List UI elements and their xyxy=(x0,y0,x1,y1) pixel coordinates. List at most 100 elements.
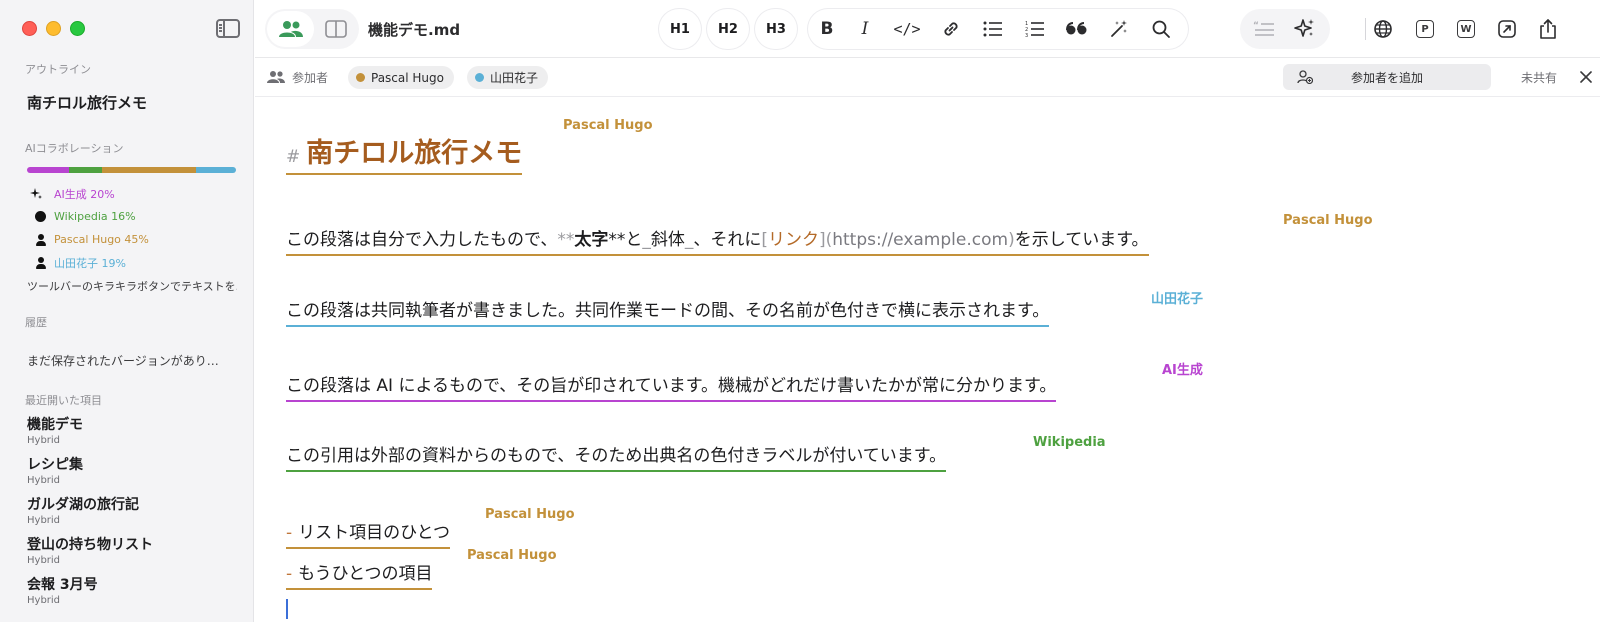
open-external-button[interactable] xyxy=(1487,9,1527,49)
author-label: Wikipedia xyxy=(1033,435,1106,450)
magic-wand-icon xyxy=(1111,20,1127,37)
link-url[interactable]: https://example.com xyxy=(832,230,1008,250)
legend-label: AI生成 20% xyxy=(54,187,115,201)
bullet-list-button[interactable] xyxy=(972,9,1014,49)
add-person-icon xyxy=(1297,70,1313,84)
person-icon xyxy=(35,256,47,269)
legend-label: 山田花子 19% xyxy=(54,256,126,270)
paragraph-2[interactable]: この段落は共同執筆者が書きました。共同作業モードの間、その名前が色付きで横に表示… xyxy=(286,296,1050,327)
recent-item[interactable]: ガルダ湖の旅行記 Hybrid xyxy=(27,496,153,536)
ai-collab-legend: AI生成 20% Wikipedia 16% Pascal Hugo 45% 山… xyxy=(30,182,149,274)
quote-icon xyxy=(1066,22,1087,35)
list-item[interactable]: - もうひとつの項目 xyxy=(286,559,433,590)
legend-item-wikipedia: Wikipedia 16% xyxy=(30,205,149,228)
w-icon: W xyxy=(1457,20,1475,38)
paragraph-3[interactable]: この段落は AI によるもので、その旨が印されています。機械がどれだけ書いたかが… xyxy=(286,371,1057,402)
recent-list: 機能デモ Hybrid レシピ集 Hybrid ガルダ湖の旅行記 Hybrid … xyxy=(27,416,153,616)
list-marker: - xyxy=(286,523,293,543)
markdown-marker: ) xyxy=(1008,230,1015,250)
code-button[interactable]: </> xyxy=(884,9,930,49)
close-window-button[interactable] xyxy=(22,21,37,36)
recent-item-mode: Hybrid xyxy=(27,435,61,446)
bold-button[interactable]: B xyxy=(808,9,846,49)
recent-item[interactable]: 機能デモ Hybrid xyxy=(27,416,153,456)
export-w-button[interactable]: W xyxy=(1446,9,1486,49)
web-button[interactable] xyxy=(1363,9,1403,49)
add-participant-button[interactable]: 参加者を追加 xyxy=(1283,64,1491,90)
author-label: Pascal Hugo xyxy=(485,507,575,522)
ai-bar-segment xyxy=(68,167,103,173)
legend-label: Wikipedia 16% xyxy=(54,210,136,223)
minimize-window-button[interactable] xyxy=(46,21,61,36)
text-caret xyxy=(286,599,288,619)
heading-line[interactable]: # 南チロル旅行メモ xyxy=(286,131,523,175)
participants-bar: 参加者 Pascal Hugo 山田花子 参加者を追加 未共有 xyxy=(255,58,1600,97)
recent-item-name: レシピ集 xyxy=(27,457,83,473)
split-view-icon xyxy=(324,20,347,38)
heading1-button[interactable]: H1 xyxy=(659,9,701,49)
recent-item[interactable]: 登山の持ち物リスト Hybrid xyxy=(27,536,153,576)
ai-sparkle-button[interactable] xyxy=(1285,9,1325,49)
person-icon xyxy=(35,233,47,246)
quote-lines-icon: “ xyxy=(1253,21,1274,36)
author-label: Pascal Hugo xyxy=(1283,213,1373,228)
sidebar-toggle-icon[interactable] xyxy=(216,19,240,38)
bullet-list-icon xyxy=(983,21,1002,37)
recent-item[interactable]: 会報 3月号 Hybrid xyxy=(27,576,153,616)
author-label: Pascal Hugo xyxy=(467,548,557,563)
history-empty-text: まだ保存されたバージョンがあり… xyxy=(27,354,219,368)
numbered-list-button[interactable]: 123 xyxy=(1014,9,1056,49)
search-button[interactable] xyxy=(1140,9,1182,49)
heading3-button[interactable]: H3 xyxy=(755,9,797,49)
list-item[interactable]: - リスト項目のひとつ xyxy=(286,518,450,549)
ai-bar-segment xyxy=(102,167,197,173)
ai-quote-button[interactable]: “ xyxy=(1243,9,1285,49)
export-p-button[interactable]: P xyxy=(1405,9,1445,49)
heading-text: 南チロル旅行メモ xyxy=(306,138,523,169)
italic-button[interactable]: I xyxy=(846,9,884,49)
participants-label: 参加者 xyxy=(292,71,329,85)
list-marker: - xyxy=(286,564,293,584)
recent-item[interactable]: レシピ集 Hybrid xyxy=(27,456,153,496)
italic-text: 斜体 xyxy=(650,230,685,250)
author-label: Pascal Hugo xyxy=(563,118,653,133)
people-icon xyxy=(267,71,285,83)
share-button[interactable] xyxy=(1528,9,1568,49)
link-icon xyxy=(944,22,958,36)
view-mode-group xyxy=(265,9,359,49)
link-button[interactable] xyxy=(930,9,972,49)
ai-bar-segment xyxy=(27,167,69,173)
link-text[interactable]: リンク xyxy=(768,230,819,250)
text-run: 、それに xyxy=(693,230,762,250)
heading-marker: # xyxy=(286,147,301,167)
sparkle-icon xyxy=(30,187,54,200)
history-section-label: 履歴 xyxy=(25,316,47,329)
collab-mode-button[interactable] xyxy=(267,11,314,47)
author-label: 山田花子 xyxy=(1151,292,1204,307)
close-icon[interactable] xyxy=(1580,71,1592,83)
outline-item-title[interactable]: 南チロル旅行メモ xyxy=(27,92,147,113)
legend-item-yamada: 山田花子 19% xyxy=(30,251,149,274)
quote-button[interactable] xyxy=(1056,9,1098,49)
recent-item-mode: Hybrid xyxy=(27,555,61,566)
participant-chip[interactable]: 山田花子 xyxy=(467,66,549,89)
markdown-marker: ** xyxy=(557,230,575,250)
paragraph-4[interactable]: この引用は外部の資料からのもので、そのため出典名の色付きラベルが付いています。 xyxy=(286,441,947,472)
open-external-icon xyxy=(1498,20,1516,38)
split-view-button[interactable] xyxy=(314,9,357,49)
heading2-button[interactable]: H2 xyxy=(707,9,749,49)
recent-item-name: 機能デモ xyxy=(27,417,83,433)
ai-hint-text: ツールバーのキラキラボタンでテキストを... xyxy=(27,280,237,293)
paragraph-1[interactable]: この段落は自分で入力したもので、**太字**と_斜体_、それに[リンク](htt… xyxy=(286,225,1149,256)
svg-text:3: 3 xyxy=(1025,33,1028,38)
markdown-marker: _ xyxy=(642,230,651,250)
numbered-list-icon: 123 xyxy=(1025,21,1044,38)
editor[interactable]: # 南チロル旅行メモ Pascal Hugo この段落は自分で入力したもので、**… xyxy=(255,97,1600,622)
sparkle-icon xyxy=(1294,19,1314,37)
globe-icon xyxy=(1374,20,1392,38)
recent-item-mode: Hybrid xyxy=(27,475,61,486)
participant-chip[interactable]: Pascal Hugo xyxy=(348,66,454,89)
magic-wand-button[interactable] xyxy=(1098,9,1140,49)
author-label: AI生成 xyxy=(1162,363,1203,378)
zoom-window-button[interactable] xyxy=(70,21,85,36)
